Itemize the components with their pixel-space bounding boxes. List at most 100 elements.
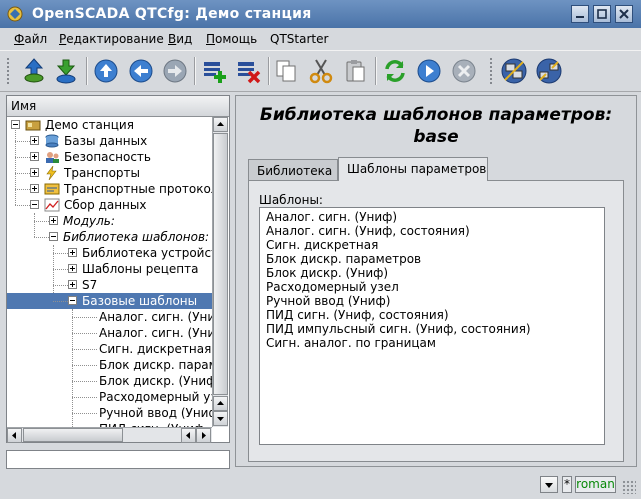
openscada-app-icon[interactable] — [6, 5, 24, 23]
chart-icon — [44, 198, 60, 212]
tree-item[interactable]: Блок дискр. (Униф) — [7, 373, 212, 389]
tree-item[interactable]: Модуль: — [7, 213, 212, 229]
arrow-left-icon — [186, 432, 190, 439]
hscroll-thumb[interactable] — [23, 428, 123, 442]
template-list-item[interactable]: Аналог. сигн. (Униф) — [266, 210, 397, 224]
tree-item[interactable]: Аналог. сигн. (Униф, состояния) — [7, 325, 212, 341]
tree-guide-line — [15, 173, 30, 174]
tree-item[interactable]: Аналог. сигн. (Униф) — [7, 309, 212, 325]
load-icon[interactable] — [52, 57, 80, 85]
tree-guide-line — [72, 317, 97, 318]
template-list-item[interactable]: Ручной ввод (Униф) — [266, 294, 390, 308]
close-icon — [619, 9, 629, 19]
status-dropdown[interactable] — [540, 476, 558, 493]
collapse-icon[interactable] — [49, 232, 58, 241]
lightning-icon — [46, 166, 57, 180]
network-disconnect-icon[interactable] — [535, 57, 563, 85]
copy-icon[interactable] — [272, 57, 300, 85]
tree-item[interactable]: Сбор данных — [7, 197, 212, 213]
tree-horizontal-scrollbar[interactable] — [7, 427, 212, 443]
expand-icon[interactable] — [68, 248, 77, 257]
toolbar2-grip[interactable] — [489, 57, 493, 85]
back-icon[interactable] — [127, 57, 155, 85]
scroll-right-button[interactable] — [196, 428, 211, 443]
expand-icon[interactable] — [68, 264, 77, 273]
add-item-icon[interactable] — [200, 57, 228, 85]
tree-guide-line — [72, 397, 97, 398]
cut-icon[interactable] — [307, 57, 335, 85]
tree-item[interactable]: Демо станция — [7, 117, 212, 133]
tab-parameter-templates[interactable]: Шаблоны параметров — [338, 157, 488, 181]
tree-item[interactable]: Расходомерный узел — [7, 389, 212, 405]
collapse-icon[interactable] — [11, 120, 20, 129]
scroll-up-button-2[interactable] — [213, 396, 228, 411]
menu-qtstarter[interactable]: QTStarter — [270, 32, 328, 46]
start-icon[interactable] — [415, 57, 443, 85]
expand-icon[interactable] — [30, 136, 39, 145]
template-list-item[interactable]: Сигн. дискретная — [266, 238, 378, 252]
tree-item[interactable]: Сигн. дискретная — [7, 341, 212, 357]
tree-item[interactable]: Транспорты — [7, 165, 212, 181]
title-bar[interactable]: OpenSCADA QTCfg: Демо станция — [0, 0, 641, 28]
maximize-button[interactable] — [593, 5, 611, 23]
template-list-item[interactable]: ПИД сигн. (Униф, состояния) — [266, 308, 449, 322]
templates-tab-pane: Шаблоны: Аналог. сигн. (Униф) Аналог. сиг… — [248, 180, 624, 462]
templates-list[interactable]: Аналог. сигн. (Униф) Аналог. сигн. (Униф,… — [259, 207, 605, 445]
tree-item[interactable]: Базы данных — [7, 133, 212, 149]
menu-help[interactable]: Помощь — [206, 32, 257, 46]
main-window: OpenSCADA QTCfg: Демо станция Файл Редак… — [0, 0, 641, 499]
scroll-left-button-2[interactable] — [181, 428, 196, 443]
template-list-item[interactable]: Блок дискр. (Униф) — [266, 266, 388, 280]
toolbar-grip[interactable] — [6, 57, 10, 85]
paste-icon[interactable] — [341, 57, 369, 85]
scroll-down-button[interactable] — [213, 411, 228, 426]
window-title: OpenSCADA QTCfg: Демо станция — [32, 6, 312, 22]
tree-item[interactable]: Транспортные протоколы — [7, 181, 212, 197]
stop-icon[interactable] — [450, 57, 478, 85]
menu-view[interactable]: Вид — [168, 32, 192, 46]
expand-icon[interactable] — [30, 184, 39, 193]
tree-item[interactable]: Блок дискр. параметров — [7, 357, 212, 373]
collapse-icon[interactable] — [30, 200, 39, 209]
minimize-button[interactable] — [571, 5, 589, 23]
menu-file[interactable]: Файл — [14, 32, 47, 46]
scroll-up-button[interactable] — [213, 117, 228, 132]
tree-guide-line — [72, 413, 97, 414]
up-level-icon[interactable] — [20, 57, 48, 85]
template-list-item[interactable]: Сигн. аналог. по границам — [266, 336, 436, 350]
tree-item[interactable]: Библиотека устройств — [7, 245, 212, 261]
collapse-icon[interactable] — [68, 296, 77, 305]
tree-item-label: Сбор данных — [64, 198, 147, 212]
scroll-left-button[interactable] — [7, 428, 22, 443]
database-icon — [45, 134, 59, 148]
template-list-item[interactable]: Расходомерный узел — [266, 280, 399, 294]
tree-vertical-scrollbar[interactable] — [212, 117, 228, 427]
tab-library[interactable]: Библиотека — [248, 159, 338, 181]
close-button[interactable] — [615, 5, 633, 23]
expand-icon[interactable] — [30, 168, 39, 177]
tree-item[interactable]: Безопасность — [7, 149, 212, 165]
scroll-thumb[interactable] — [213, 133, 228, 395]
tree-item[interactable]: Библиотека шаблонов: — [7, 229, 212, 245]
network-connect-icon[interactable] — [500, 57, 528, 85]
tree-item[interactable]: S7 — [7, 277, 212, 293]
template-list-item[interactable]: Блок дискр. параметров — [266, 252, 421, 266]
up-icon[interactable] — [92, 57, 120, 85]
tree-item[interactable]: Ручной ввод (Униф) — [7, 405, 212, 421]
tree-item[interactable]: Шаблоны рецепта — [7, 261, 212, 277]
delete-item-icon[interactable] — [234, 57, 262, 85]
resize-grip[interactable] — [622, 480, 636, 494]
template-list-item[interactable]: ПИД импульсный сигн. (Униф, состояния) — [266, 322, 531, 336]
tree-column-header[interactable]: Имя — [7, 96, 229, 117]
expand-icon[interactable] — [30, 152, 39, 161]
template-list-item[interactable]: Аналог. сигн. (Униф, состояния) — [266, 224, 470, 238]
menu-edit[interactable]: Редактирование — [59, 32, 164, 46]
expand-icon[interactable] — [68, 280, 77, 289]
tree-item-label: Транспортные протоколы — [64, 182, 212, 196]
tree-status-field[interactable] — [6, 450, 230, 469]
tree-item[interactable]: Базовые шаблоны — [7, 293, 212, 309]
forward-icon[interactable] — [161, 57, 189, 85]
refresh-icon[interactable] — [381, 57, 409, 85]
user-indicator[interactable]: roman — [575, 476, 616, 493]
expand-icon[interactable] — [49, 216, 58, 225]
